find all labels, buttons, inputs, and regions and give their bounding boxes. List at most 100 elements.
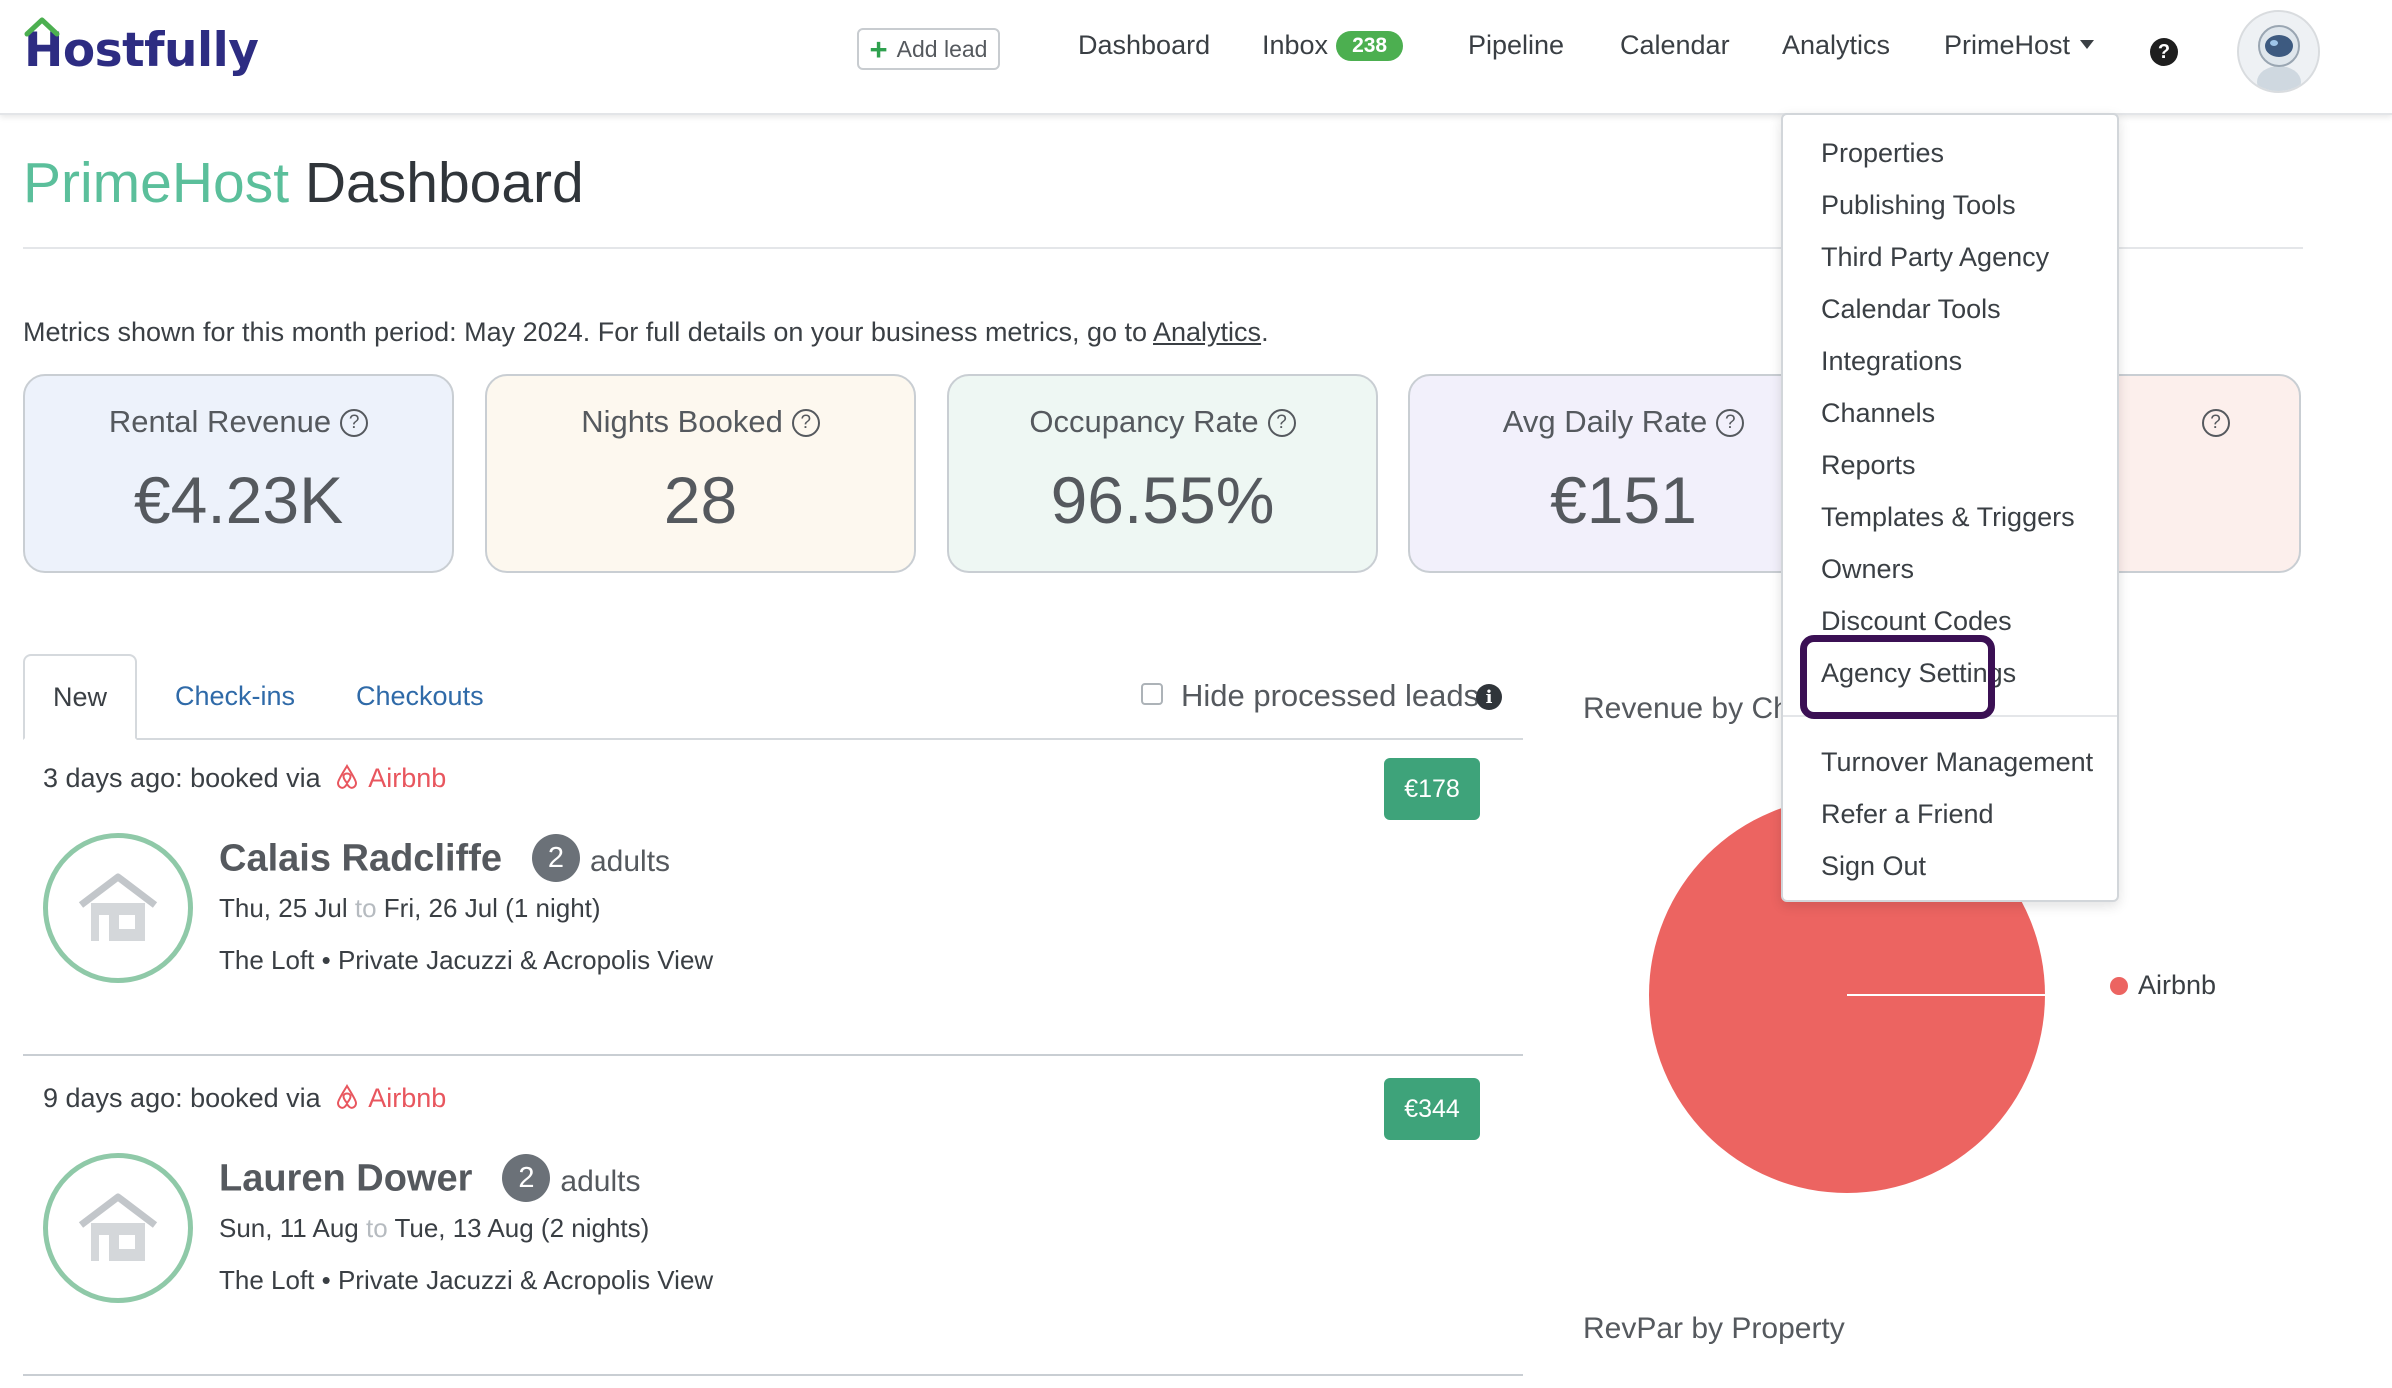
metric-label-text: Avg Daily Rate [1502, 404, 1708, 439]
metric-label: Avg Daily Rate? [1410, 404, 1837, 440]
hide-processed-checkbox[interactable] [1141, 683, 1163, 705]
legend-label: Airbnb [2138, 970, 2217, 1000]
metric-label: Rental Revenue? [25, 404, 452, 440]
lead-channel: Airbnb [368, 763, 447, 793]
nav-analytics[interactable]: Analytics [1782, 30, 1890, 61]
metric-label-text: Occupancy Rate [1029, 404, 1259, 439]
lead-booked-info: 3 days ago: booked via Airbnb [43, 762, 446, 794]
metric-label-text: Nights Booked [581, 404, 783, 439]
caret-down-icon [2080, 40, 2095, 49]
add-lead-button[interactable]: + Add lead [857, 28, 1000, 70]
astronaut-icon [2239, 12, 2318, 91]
lead-booked-text: 9 days ago: booked via [43, 1083, 321, 1113]
airbnb-icon [337, 764, 358, 789]
question-circle-icon[interactable]: ? [2150, 38, 2178, 66]
guest-name-text: Calais Radcliffe [219, 837, 502, 880]
date-to-separator: to [354, 893, 377, 923]
nav-agency-label: PrimeHost [1944, 30, 2071, 60]
logo-roof-icon [24, 17, 60, 37]
nav-dashboard[interactable]: Dashboard [1078, 30, 1210, 61]
nav-agency-dropdown[interactable]: PrimeHost [1944, 30, 2095, 61]
lead-price-badge: €344 [1384, 1078, 1480, 1140]
help-circle-icon[interactable]: ? [340, 409, 369, 437]
lead-divider [23, 1054, 1523, 1056]
hide-processed-label[interactable]: Hide processed leads [1181, 678, 1479, 714]
tab-new[interactable]: New [23, 654, 137, 740]
guest-name-text: Lauren Dower [219, 1157, 473, 1200]
metric-label: Occupancy Rate? [949, 404, 1376, 440]
adult-count-badge: 2 [532, 834, 580, 882]
help-circle-icon[interactable]: ? [2201, 409, 2230, 437]
adults-label: adults [560, 1164, 641, 1198]
menu-item-third-party-agency[interactable]: Third Party Agency [1821, 242, 2049, 273]
tab-checkins[interactable]: Check-ins [175, 654, 295, 738]
agency-dropdown-menu: Properties Publishing Tools Third Party … [1781, 113, 2119, 902]
metric-label: Nights Booked? [487, 404, 914, 440]
adult-count-badge: 2 [502, 1154, 551, 1202]
top-navbar: Hostfully + Add lead Dashboard Inbox 238 … [0, 0, 2392, 115]
house-icon [78, 1193, 158, 1261]
property-avatar[interactable] [43, 1153, 193, 1303]
menu-item-reports[interactable]: Reports [1821, 450, 1916, 481]
lead-dates: Thu, 25 Jul to Fri, 26 Jul (1 night) [219, 893, 601, 924]
lead-dates: Sun, 11 Aug to Tue, 13 Aug (2 nights) [219, 1213, 649, 1244]
nav-calendar[interactable]: Calendar [1620, 30, 1730, 61]
menu-item-templates-triggers[interactable]: Templates & Triggers [1821, 502, 2075, 533]
tab-checkouts[interactable]: Checkouts [356, 654, 484, 738]
revpar-title: RevPar by Property [1583, 1312, 1845, 1345]
lead-channel: Airbnb [368, 1083, 447, 1113]
metrics-note-end: . [1261, 317, 1269, 347]
help-circle-icon[interactable]: ? [1716, 409, 1745, 437]
page-title: PrimeHost Dashboard [23, 150, 584, 216]
lead-divider [23, 1374, 1523, 1376]
lead-price-badge: €178 [1384, 758, 1480, 820]
menu-item-agency-settings[interactable]: Agency Settings [1821, 658, 2016, 689]
guest-name[interactable]: Lauren Dower 2 adults [219, 1154, 640, 1202]
info-icon[interactable]: i [1476, 684, 1502, 710]
help-circle-icon[interactable]: ? [1267, 409, 1296, 437]
pie-legend[interactable]: Airbnb [2110, 970, 2216, 1001]
menu-item-refer-a-friend[interactable]: Refer a Friend [1821, 799, 1994, 830]
menu-item-channels[interactable]: Channels [1821, 398, 1935, 429]
house-icon [78, 873, 158, 941]
guest-name[interactable]: Calais Radcliffe 2 adults [219, 834, 670, 882]
menu-item-turnover-management[interactable]: Turnover Management [1821, 747, 2093, 778]
menu-item-publishing-tools[interactable]: Publishing Tools [1821, 190, 2016, 221]
metric-card-rental-revenue: Rental Revenue? €4.23K [23, 374, 454, 573]
date-to: Tue, 13 Aug (2 nights) [394, 1213, 650, 1243]
metric-value: 96.55% [1050, 463, 1275, 537]
metric-card-occupancy-rate: Occupancy Rate? 96.55% [947, 374, 1378, 573]
lead-property: The Loft • Private Jacuzzi & Acropolis V… [219, 945, 714, 975]
metrics-note: Metrics shown for this month period: May… [23, 317, 1269, 348]
lead-booked-text: 3 days ago: booked via [43, 763, 321, 793]
adults-label: adults [590, 844, 671, 878]
menu-item-discount-codes[interactable]: Discount Codes [1821, 606, 2012, 637]
plus-icon: + [869, 31, 888, 67]
page-title-agency: PrimeHost [23, 151, 290, 215]
menu-divider [1783, 715, 2117, 717]
lead-booked-info: 9 days ago: booked via Airbnb [43, 1082, 446, 1114]
analytics-link[interactable]: Analytics [1153, 317, 1261, 347]
menu-item-properties[interactable]: Properties [1821, 138, 1944, 169]
legend-swatch [2110, 976, 2128, 995]
nav-inbox[interactable]: Inbox 238 [1262, 30, 1404, 61]
metric-card-avg-daily-rate: Avg Daily Rate? €151 [1408, 374, 1839, 573]
lead-property: The Loft • Private Jacuzzi & Acropolis V… [219, 1265, 714, 1295]
metric-label-text: Rental Revenue [108, 404, 332, 439]
date-to: Fri, 26 Jul (1 night) [383, 893, 601, 923]
date-to-separator: to [365, 1213, 388, 1243]
metric-value: 28 [663, 463, 738, 537]
property-avatar[interactable] [43, 833, 193, 983]
nav-pipeline[interactable]: Pipeline [1468, 30, 1564, 61]
date-from: Sun, 11 Aug [219, 1213, 359, 1243]
metric-card-nights-booked: Nights Booked? 28 [485, 374, 916, 573]
menu-item-calendar-tools[interactable]: Calendar Tools [1821, 294, 2001, 325]
menu-item-integrations[interactable]: Integrations [1821, 346, 1962, 377]
inbox-count-badge: 238 [1336, 31, 1404, 61]
hostfully-logo[interactable]: Hostfully [24, 17, 259, 82]
menu-item-owners[interactable]: Owners [1821, 554, 1914, 585]
user-avatar[interactable] [2237, 10, 2320, 93]
menu-item-sign-out[interactable]: Sign Out [1821, 851, 1926, 882]
help-circle-icon[interactable]: ? [791, 409, 820, 437]
page-title-main: Dashboard [289, 151, 584, 215]
